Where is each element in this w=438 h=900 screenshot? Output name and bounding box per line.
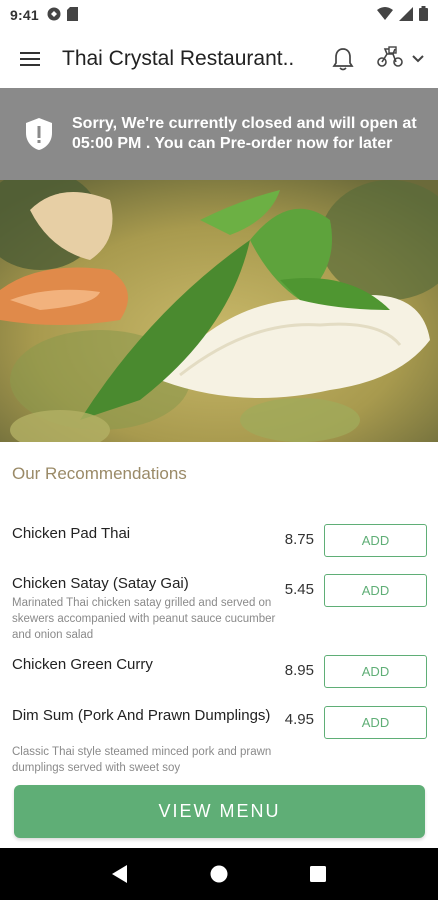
shield-alert-icon bbox=[24, 117, 54, 151]
add-to-cart-button[interactable]: ADD bbox=[324, 574, 427, 607]
back-triangle-icon[interactable] bbox=[105, 859, 135, 889]
system-navigation-bar bbox=[0, 848, 438, 900]
delivery-mode-selector[interactable] bbox=[376, 45, 424, 73]
add-to-cart-button[interactable]: ADD bbox=[324, 706, 427, 739]
menu-item-name: Chicken Pad Thai bbox=[12, 525, 131, 542]
menu-item-price: 8.95 bbox=[284, 662, 314, 679]
menu-item-price: 4.95 bbox=[284, 711, 314, 728]
view-menu-button[interactable]: VIEW MENU bbox=[14, 785, 425, 838]
menu-item-name: Dim Sum (Pork And Prawn Dumplings) bbox=[12, 707, 271, 724]
status-time: 9:41 bbox=[10, 7, 39, 23]
menu-item-name: Chicken Satay (Satay Gai) bbox=[12, 575, 189, 592]
menu-item-description: Marinated Thai chicken satay grilled and… bbox=[12, 597, 276, 641]
menu-item-price: 8.75 bbox=[284, 531, 314, 548]
recommendations-heading: Our Recommendations bbox=[12, 464, 187, 483]
hamburger-menu-icon[interactable] bbox=[18, 47, 42, 71]
status-bar: 9:41 bbox=[0, 0, 438, 30]
home-circle-icon[interactable] bbox=[204, 859, 234, 889]
notifications-bell-icon[interactable] bbox=[330, 44, 356, 74]
restaurant-title: Thai Crystal Restaurant.. bbox=[62, 47, 295, 70]
battery-icon bbox=[419, 6, 428, 24]
recents-square-icon[interactable] bbox=[303, 859, 333, 889]
menu-item-name: Chicken Green Curry bbox=[12, 656, 153, 673]
app-bar: Thai Crystal Restaurant.. bbox=[0, 30, 438, 88]
closed-notice-banner: Sorry, We're currently closed and will o… bbox=[0, 88, 438, 180]
menu-item-description: Classic Thai style steamed minced pork a… bbox=[12, 746, 272, 774]
notification-icon bbox=[47, 7, 61, 24]
signal-icon bbox=[399, 6, 413, 24]
delivery-scooter-icon bbox=[376, 45, 404, 73]
sd-card-icon bbox=[66, 6, 78, 24]
chevron-down-icon bbox=[412, 50, 424, 68]
menu-item-price: 5.45 bbox=[284, 581, 314, 598]
wifi-icon bbox=[377, 7, 393, 23]
hero-food-image bbox=[0, 180, 438, 442]
add-to-cart-button[interactable]: ADD bbox=[324, 655, 427, 688]
closed-message: Sorry, We're currently closed and will o… bbox=[72, 115, 417, 152]
add-to-cart-button[interactable]: ADD bbox=[324, 524, 427, 557]
